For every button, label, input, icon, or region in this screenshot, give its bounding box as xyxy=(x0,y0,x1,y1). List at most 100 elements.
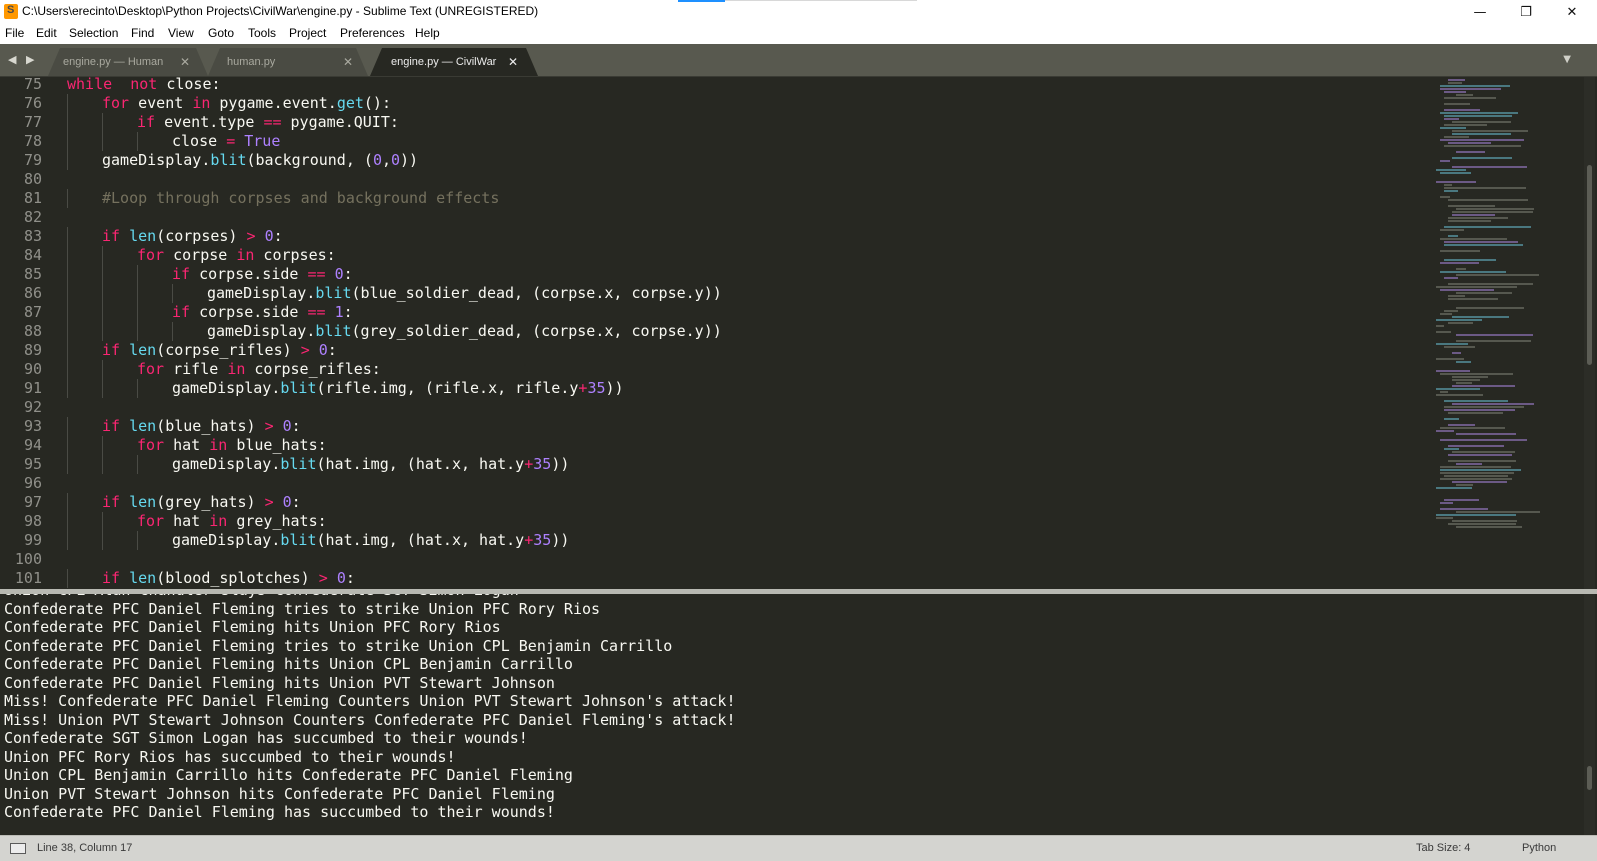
minimap-line xyxy=(1440,127,1466,129)
cursor-position[interactable]: Line 38, Column 17 xyxy=(37,842,132,854)
code-line[interactable]: 89 if len(corpse_rifles) > 0: xyxy=(0,341,1420,360)
minimap-line xyxy=(1452,133,1511,135)
code-line[interactable]: 79 gameDisplay.blit(background, (0,0)) xyxy=(0,151,1420,170)
code-token: > xyxy=(300,341,310,359)
code-line[interactable]: 86 gameDisplay.blit(blue_soldier_dead, (c… xyxy=(0,284,1420,303)
menu-view[interactable]: View xyxy=(168,26,194,40)
code-line[interactable]: 101 if len(blood_splotches) > 0: xyxy=(0,569,1420,588)
code-line[interactable]: 91 gameDisplay.blit(rifle.img, (rifle.x, … xyxy=(0,379,1420,398)
output-scrollbar[interactable] xyxy=(1584,594,1595,835)
minimap-line xyxy=(1436,514,1516,516)
code-line[interactable]: 82 xyxy=(0,208,1420,227)
tab-human[interactable]: human.py ✕ xyxy=(208,48,368,76)
code-line[interactable]: 77 if event.type == pygame.QUIT: xyxy=(0,113,1420,132)
minimap-line xyxy=(1444,448,1459,450)
line-number: 80 xyxy=(23,170,42,188)
menu-tools[interactable]: Tools xyxy=(248,26,276,40)
menu-preferences[interactable]: Preferences xyxy=(340,26,405,40)
code-editor[interactable]: 75 while not close: 76 for event in pygame.… xyxy=(0,77,1597,589)
minimap[interactable] xyxy=(1430,77,1565,537)
tab-label: engine.py — CivilWar xyxy=(391,56,497,68)
minimap-line xyxy=(1440,466,1511,468)
code-line[interactable]: 92 xyxy=(0,398,1420,417)
code-line[interactable]: 87 if corpse.side == 1: xyxy=(0,303,1420,322)
code-line[interactable]: 95 gameDisplay.blit(hat.img, (hat.x, hat.… xyxy=(0,455,1420,474)
tab-close-icon[interactable]: ✕ xyxy=(508,55,518,69)
syntax-indicator[interactable]: Python xyxy=(1522,842,1556,854)
code-line[interactable]: 90 for rifle in corpse_rifles: xyxy=(0,360,1420,379)
indent-guide xyxy=(67,531,68,550)
code-line[interactable]: 96 xyxy=(0,474,1420,493)
tab-label: engine.py — Human xyxy=(63,56,164,68)
code-token: (blood_splotches) xyxy=(156,569,319,587)
indent-guide xyxy=(67,322,68,341)
code-line[interactable]: 81 #Loop through corpses and background e… xyxy=(0,189,1420,208)
close-window-button[interactable]: ✕ xyxy=(1549,0,1595,24)
tab-nav-arrows-icon[interactable]: ◀ ▶ xyxy=(8,53,37,66)
code-line[interactable]: 98 for hat in grey_hats: xyxy=(0,512,1420,531)
output-line: Confederate PFC Daniel Fleming has succu… xyxy=(4,803,555,821)
output-line: Union PFC Rory Rios has succumbed to the… xyxy=(4,747,456,766)
tab-engine-human[interactable]: engine.py — Human ✕ xyxy=(48,48,208,76)
code-token: gameDisplay. xyxy=(207,322,316,340)
code-token: in xyxy=(236,246,255,264)
code-line[interactable]: 75 while not close: xyxy=(0,77,1420,94)
code-text: for rifle in corpse_rifles: xyxy=(137,360,381,379)
code-token: gameDisplay. xyxy=(102,151,211,169)
editor-scrollbar[interactable] xyxy=(1584,77,1595,589)
menu-file[interactable]: File xyxy=(5,26,24,40)
code-text: gameDisplay.blit(background, (0,0)) xyxy=(102,151,418,170)
minimize-button[interactable]: — xyxy=(1457,0,1503,24)
menu-goto[interactable]: Goto xyxy=(208,26,234,40)
tab-dropdown-icon[interactable]: ▼ xyxy=(1563,54,1571,65)
menu-project[interactable]: Project xyxy=(289,26,326,40)
menu-edit[interactable]: Edit xyxy=(36,26,57,40)
code-token: if xyxy=(102,417,121,435)
code-line[interactable]: 76 for event in pygame.event.get(): xyxy=(0,94,1420,113)
code-line[interactable]: 80 xyxy=(0,170,1420,189)
code-text: if corpse.side == 1: xyxy=(172,303,353,322)
minimap-line xyxy=(1440,502,1453,504)
code-line[interactable]: 83 if len(corpses) > 0: xyxy=(0,227,1420,246)
code-line[interactable]: 93 if len(blue_hats) > 0: xyxy=(0,417,1420,436)
minimap-line xyxy=(1444,91,1466,93)
output-scrollbar-thumb[interactable] xyxy=(1587,766,1592,790)
menu-selection[interactable]: Selection xyxy=(69,26,118,40)
output-panel[interactable]: Union CPL Alan Chandler slays Confederat… xyxy=(0,594,1597,835)
minimap-line xyxy=(1444,310,1458,312)
tab-close-icon[interactable]: ✕ xyxy=(343,55,353,69)
minimap-line xyxy=(1456,268,1466,270)
code-line[interactable]: 99 gameDisplay.blit(hat.img, (hat.x, hat.… xyxy=(0,531,1420,550)
tab-size-indicator[interactable]: Tab Size: 4 xyxy=(1416,842,1470,854)
code-line[interactable]: 94 for hat in blue_hats: xyxy=(0,436,1420,455)
tab-close-icon[interactable]: ✕ xyxy=(180,55,190,69)
line-number: 101 xyxy=(14,569,42,587)
indent-guide xyxy=(67,341,68,360)
minimap-line xyxy=(1452,376,1488,378)
editor-scrollbar-thumb[interactable] xyxy=(1587,165,1592,365)
maximize-button[interactable]: ❐ xyxy=(1503,0,1549,24)
code-token: for xyxy=(137,512,165,530)
code-token: len xyxy=(129,227,157,245)
code-token: gameDisplay. xyxy=(172,455,281,473)
tab-engine-civilwar[interactable]: engine.py — CivilWar ✕ xyxy=(370,48,538,76)
code-text: for corpse in corpses: xyxy=(137,246,336,265)
code-line[interactable]: 100 xyxy=(0,550,1420,569)
code-line[interactable]: 88 gameDisplay.blit(grey_soldier_dead, (c… xyxy=(0,322,1420,341)
code-line[interactable]: 85 if corpse.side == 0: xyxy=(0,265,1420,284)
minimap-line xyxy=(1436,517,1453,519)
menu-find[interactable]: Find xyxy=(131,26,154,40)
code-token: #Loop through corpses and background eff… xyxy=(102,189,500,207)
code-line[interactable]: 78 close = True xyxy=(0,132,1420,151)
indent-guide xyxy=(102,455,103,474)
line-number: 76 xyxy=(23,94,42,112)
code-line[interactable]: 84 for corpse in corpses: xyxy=(0,246,1420,265)
indent-guide xyxy=(137,379,138,398)
minimap-line xyxy=(1436,370,1470,372)
panel-toggle-icon[interactable] xyxy=(10,843,26,854)
minimap-line xyxy=(1456,334,1533,336)
code-line[interactable]: 97 if len(grey_hats) > 0: xyxy=(0,493,1420,512)
menu-help[interactable]: Help xyxy=(415,26,440,40)
